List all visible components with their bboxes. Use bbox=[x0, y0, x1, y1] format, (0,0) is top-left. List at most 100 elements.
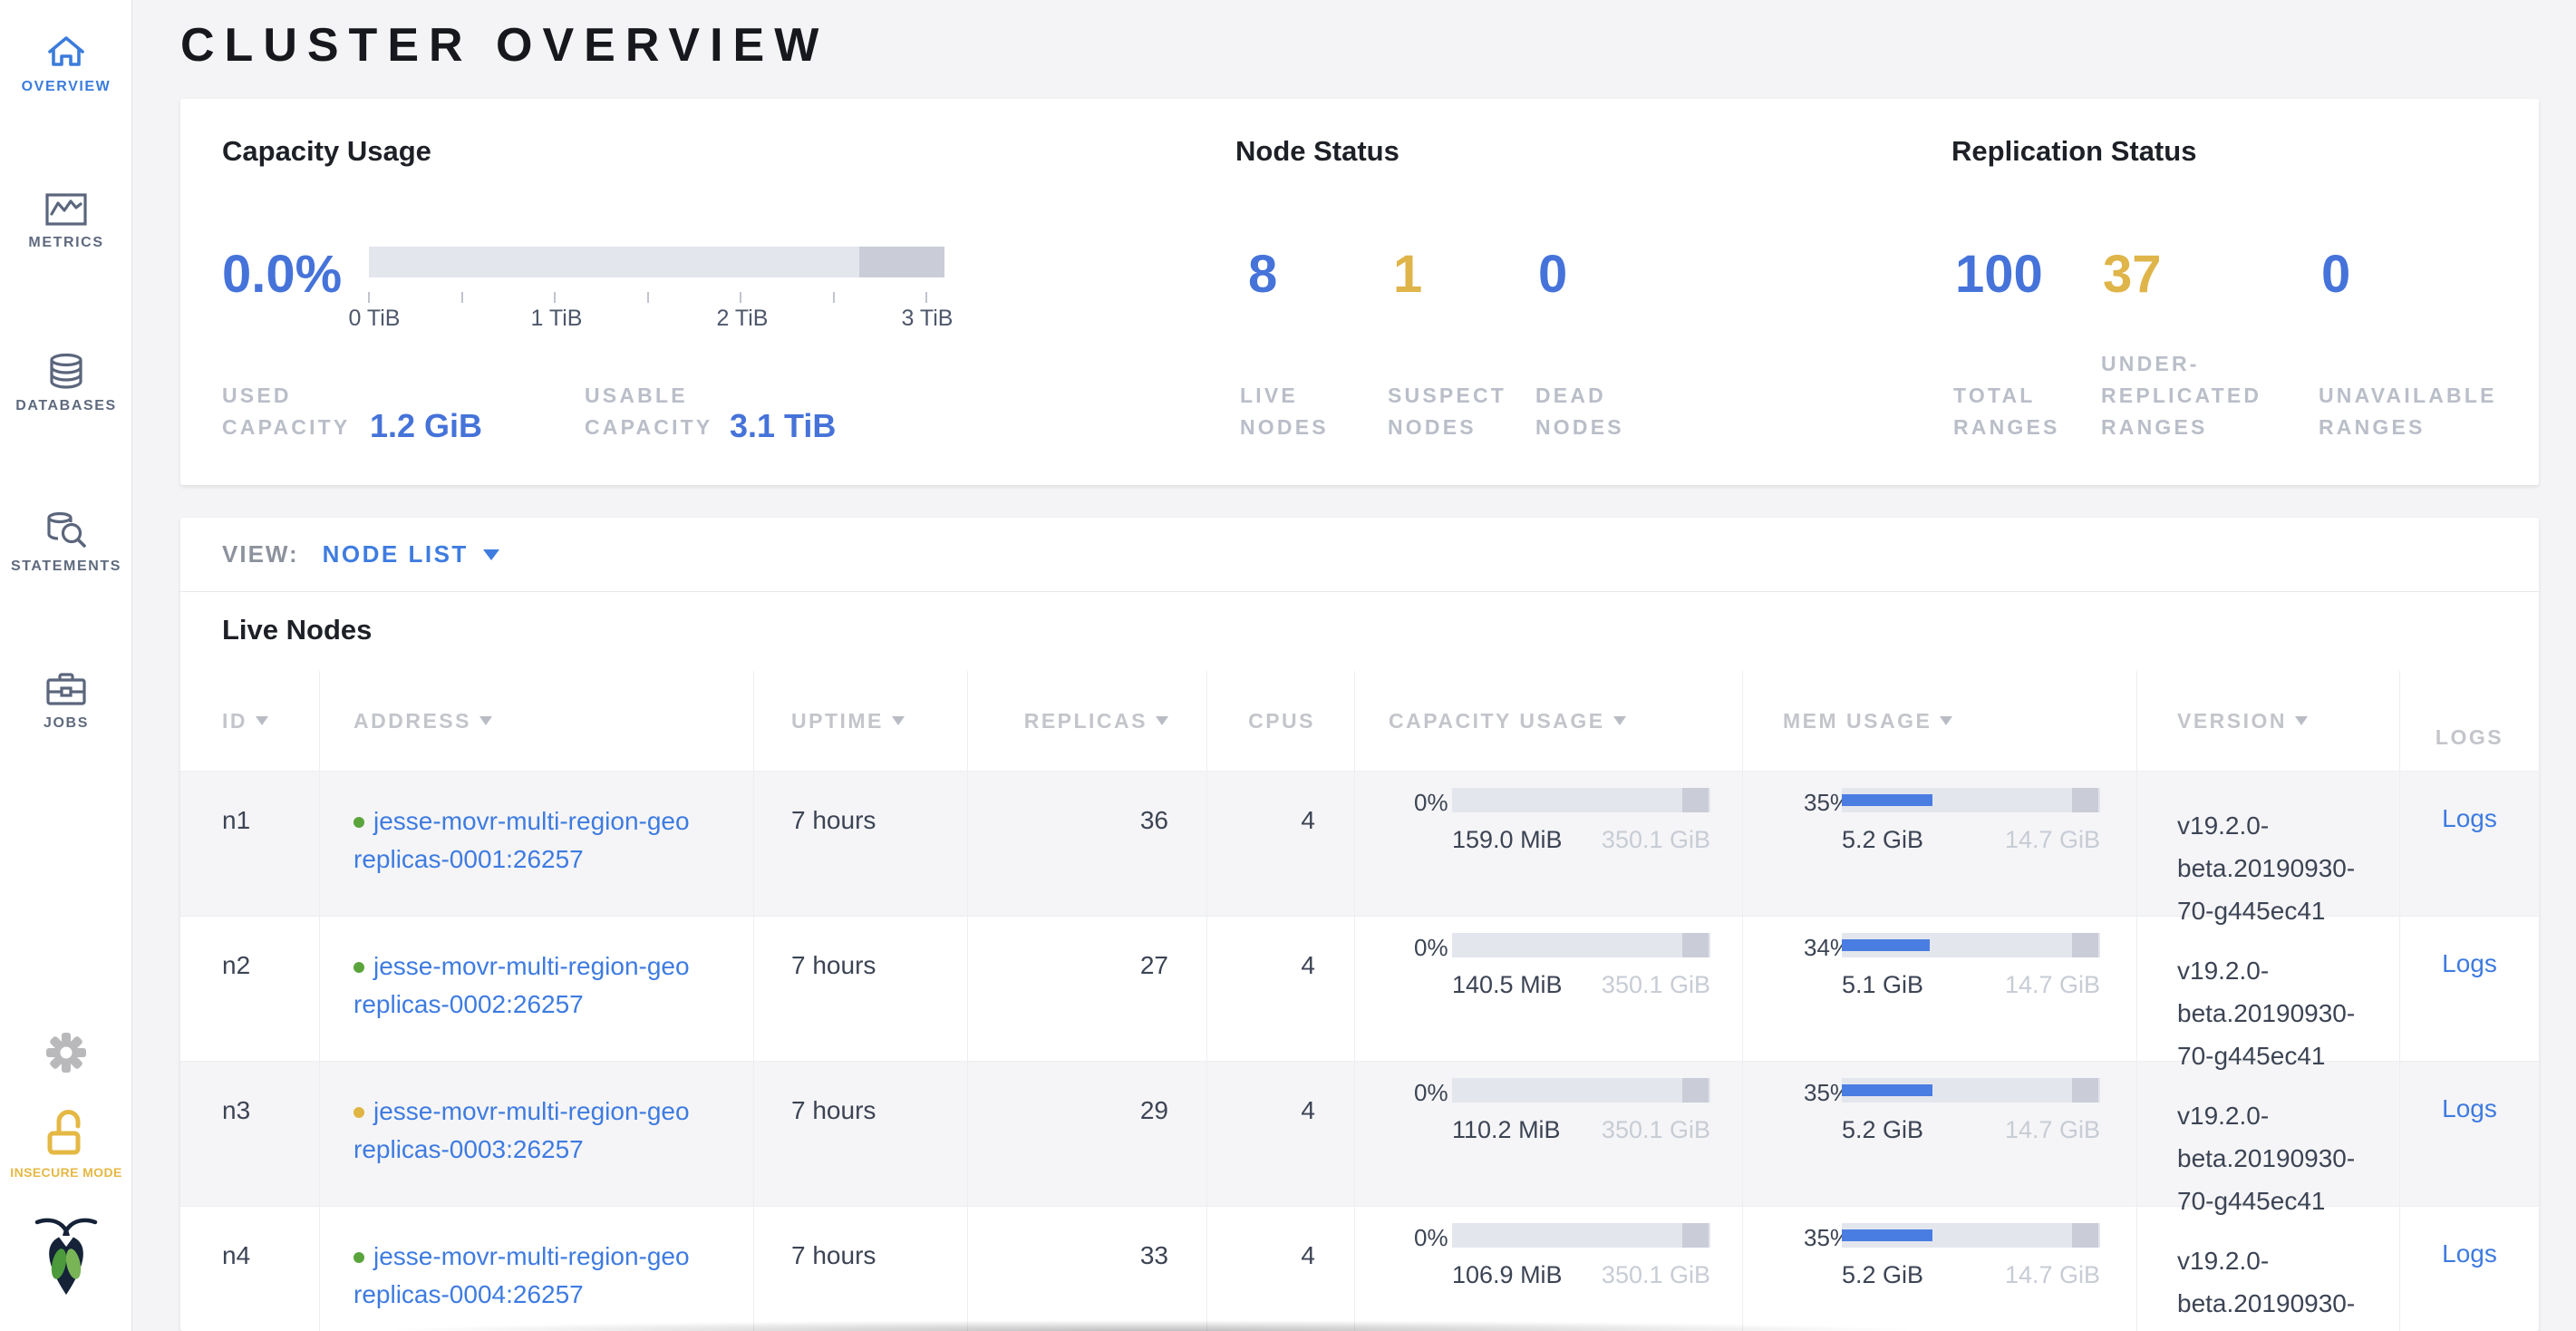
cockroachdb-logo bbox=[0, 1215, 132, 1307]
table-row: n3 jesse-movr-multi-region-geo replicas-… bbox=[180, 1061, 2539, 1206]
sidebar-item-overview[interactable]: OVERVIEW bbox=[0, 31, 132, 95]
node-address-link[interactable]: jesse-movr-multi-region-geo replicas-000… bbox=[353, 1093, 735, 1169]
mem-usage-bar bbox=[1842, 1223, 2100, 1248]
column-header-replicas[interactable]: REPLICAS bbox=[968, 671, 1207, 771]
sort-caret-icon bbox=[892, 716, 905, 725]
cockroach-bug-icon bbox=[30, 1215, 102, 1298]
node-logs-link[interactable]: Logs bbox=[2442, 949, 2497, 977]
node-id: n3 bbox=[222, 1096, 250, 1124]
insecure-mode-indicator[interactable]: INSECURE MODE bbox=[0, 1108, 132, 1180]
column-header-logs: LOGS bbox=[2400, 671, 2539, 771]
live-nodes-count: 8 bbox=[1248, 244, 1277, 305]
capacity-bar bbox=[369, 247, 944, 277]
statements-icon bbox=[44, 510, 88, 550]
node-address-line2: replicas-0002:26257 bbox=[353, 986, 735, 1024]
node-address-line2: replicas-0003:26257 bbox=[353, 1131, 735, 1169]
node-replicas: 29 bbox=[1140, 1096, 1168, 1124]
capacity-total-value: 350.1 GiB bbox=[1602, 1261, 1710, 1289]
version-line: beta.20190930- bbox=[2177, 1282, 2390, 1325]
replication-status-title: Replication Status bbox=[1951, 135, 2196, 168]
unavailable-ranges-label: UNAVAILABLERANGES bbox=[2319, 380, 2497, 443]
total-ranges-label: TOTALRANGES bbox=[1953, 380, 2060, 443]
sidebar-item-label: DATABASES bbox=[0, 398, 132, 414]
column-header-version[interactable]: VERSION bbox=[2137, 671, 2400, 771]
capacity-total-value: 350.1 GiB bbox=[1602, 971, 1710, 999]
version-line: v19.2.0- bbox=[2177, 949, 2390, 992]
unlock-icon bbox=[44, 1108, 88, 1157]
capacity-used-value: 159.0 MiB bbox=[1452, 826, 1563, 854]
capacity-usage-cell: 0% 106.9 MiB 350.1 GiB bbox=[1355, 1207, 1743, 1331]
capacity-total-value: 350.1 GiB bbox=[1602, 826, 1710, 854]
node-version: v19.2.0-beta.20190930-70-g445ec41 bbox=[2137, 772, 2400, 917]
node-address-link[interactable]: jesse-movr-multi-region-geo replicas-000… bbox=[353, 802, 735, 879]
column-header-label: REPLICAS bbox=[1024, 709, 1148, 734]
capacity-usage-bar bbox=[1452, 1223, 1710, 1248]
gear-icon bbox=[43, 1029, 90, 1076]
node-logs-link[interactable]: Logs bbox=[2442, 804, 2497, 832]
sidebar-item-jobs[interactable]: JOBS bbox=[0, 671, 132, 732]
node-address-link[interactable]: jesse-movr-multi-region-geo replicas-000… bbox=[353, 1238, 735, 1314]
node-list-card: VIEW: NODE LIST Live Nodes IDADDRESSUPTI… bbox=[180, 518, 2539, 1331]
column-header-label: UPTIME bbox=[791, 709, 884, 734]
capacity-usage-bar bbox=[1452, 933, 1710, 957]
capacity-usage-bar bbox=[1452, 788, 1710, 812]
table-row: n2 jesse-movr-multi-region-geo replicas-… bbox=[180, 916, 2539, 1061]
sidebar: OVERVIEW METRICS DATABASES STATEMENTS bbox=[0, 0, 132, 1331]
table-body: n1 jesse-movr-multi-region-geo replicas-… bbox=[180, 771, 2539, 1331]
chevron-down-icon bbox=[483, 549, 499, 560]
node-version: v19.2.0-beta.20190930-70-g445ec41 bbox=[2137, 1062, 2400, 1207]
node-replicas: 36 bbox=[1140, 806, 1168, 834]
under-replicated-ranges-count: 37 bbox=[2103, 244, 2162, 305]
node-address-line1: jesse-movr-multi-region-geo bbox=[373, 952, 690, 980]
briefcase-icon bbox=[44, 671, 88, 707]
capacity-usage-cell: 0% 159.0 MiB 350.1 GiB bbox=[1355, 772, 1743, 917]
mem-usage-bar bbox=[1842, 788, 2100, 812]
table-row: n4 jesse-movr-multi-region-geo replicas-… bbox=[180, 1206, 2539, 1331]
node-status-title: Node Status bbox=[1235, 135, 1399, 168]
sidebar-item-label: STATEMENTS bbox=[0, 559, 132, 575]
capacity-percent: 0.0% bbox=[222, 244, 342, 305]
node-logs-link[interactable]: Logs bbox=[2442, 1239, 2497, 1268]
sidebar-item-metrics[interactable]: METRICS bbox=[0, 192, 132, 251]
capacity-used-value: 140.5 MiB bbox=[1452, 971, 1563, 999]
capacity-percent-label: 0% bbox=[1414, 1223, 1452, 1252]
sidebar-item-label: OVERVIEW bbox=[0, 79, 132, 95]
mem-total-value: 14.7 GiB bbox=[2005, 1116, 2100, 1144]
version-line: v19.2.0- bbox=[2177, 804, 2390, 847]
column-header-address[interactable]: ADDRESS bbox=[320, 671, 754, 771]
suspect-nodes-label: SUSPECTNODES bbox=[1388, 380, 1506, 443]
capacity-total-value: 350.1 GiB bbox=[1602, 1116, 1710, 1144]
column-header-label: LOGS bbox=[2436, 725, 2503, 750]
settings-button[interactable] bbox=[0, 1029, 132, 1084]
axis-tick bbox=[461, 292, 463, 303]
column-header-label: CAPACITY USAGE bbox=[1389, 709, 1605, 734]
node-id: n4 bbox=[222, 1241, 250, 1269]
sidebar-item-statements[interactable]: STATEMENTS bbox=[0, 510, 132, 575]
live-nodes-heading: Live Nodes bbox=[222, 614, 372, 646]
axis-tick-label: 3 TiB bbox=[902, 306, 954, 332]
view-selector[interactable]: NODE LIST bbox=[323, 540, 499, 568]
capacity-used-value: 110.2 MiB bbox=[1452, 1116, 1561, 1144]
capacity-used-value: 106.9 MiB bbox=[1452, 1261, 1563, 1289]
axis-tick-label: 0 TiB bbox=[349, 306, 401, 332]
sort-caret-icon bbox=[1613, 716, 1626, 725]
cluster-summary-card: Capacity Usage 0.0% 0 TiB 1 TiB 2 TiB 3 … bbox=[180, 99, 2539, 485]
node-uptime: 7 hours bbox=[791, 951, 876, 979]
sidebar-item-databases[interactable]: DATABASES bbox=[0, 352, 132, 414]
sort-caret-icon bbox=[2295, 716, 2308, 725]
node-uptime: 7 hours bbox=[791, 1096, 876, 1124]
capacity-percent-label: 0% bbox=[1414, 1078, 1452, 1107]
mem-used-value: 5.2 GiB bbox=[1842, 826, 1923, 854]
node-address-link[interactable]: jesse-movr-multi-region-geo replicas-000… bbox=[353, 947, 735, 1024]
column-header-id[interactable]: ID bbox=[180, 671, 320, 771]
node-logs-link[interactable]: Logs bbox=[2442, 1094, 2497, 1122]
capacity-percent-label: 0% bbox=[1414, 788, 1452, 817]
axis-tick bbox=[925, 292, 927, 303]
node-address-line1: jesse-movr-multi-region-geo bbox=[373, 1097, 690, 1125]
column-header-mem-usage[interactable]: MEM USAGE bbox=[1743, 671, 2137, 771]
column-header-capacity-usage[interactable]: CAPACITY USAGE bbox=[1355, 671, 1743, 771]
column-header-uptime[interactable]: UPTIME bbox=[754, 671, 968, 771]
node-uptime: 7 hours bbox=[791, 806, 876, 834]
node-uptime: 7 hours bbox=[791, 1241, 876, 1269]
axis-tick bbox=[740, 292, 741, 303]
